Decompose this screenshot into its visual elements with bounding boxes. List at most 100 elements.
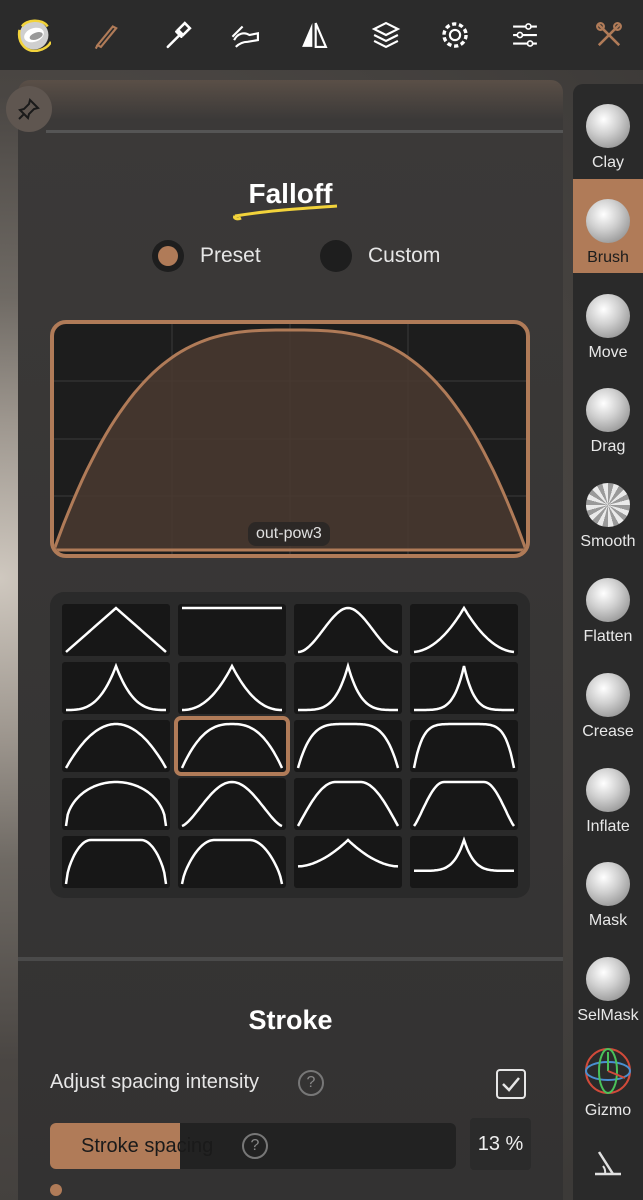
tool-label: Gizmo	[584, 1102, 632, 1119]
tool-gizmo[interactable]: Gizmo	[573, 1032, 643, 1126]
falloff-preset-19[interactable]	[294, 836, 402, 888]
preset-curve	[298, 662, 398, 712]
custom-radio-button[interactable]	[320, 240, 352, 272]
layers-icon[interactable]	[358, 7, 414, 63]
checkmark-icon	[502, 1077, 520, 1092]
tool-label: Flatten	[583, 628, 633, 645]
move-icon	[586, 293, 630, 338]
tool-mask[interactable]: Mask	[573, 842, 643, 936]
tool-label: Mask	[588, 912, 628, 930]
falloff-preset-16[interactable]	[410, 778, 518, 830]
falloff-preset-6[interactable]	[178, 662, 286, 714]
falloff-preset-10[interactable]	[174, 716, 290, 776]
tool-label: Move	[588, 343, 628, 361]
falloff-preset-18[interactable]	[178, 836, 286, 888]
symmetry-icon[interactable]	[286, 7, 342, 63]
falloff-preset-3[interactable]	[294, 604, 402, 656]
custom-label: Custom	[368, 244, 441, 267]
falloff-preset-9[interactable]	[62, 720, 170, 772]
settings-gear-icon[interactable]	[427, 7, 483, 63]
section-divider	[18, 957, 563, 961]
falloff-preset-7[interactable]	[294, 662, 402, 714]
stroke-spacing-slider[interactable]: Stroke spacing ?	[50, 1123, 456, 1169]
brush-sphere-icon[interactable]	[6, 7, 62, 63]
tool-label: Brush	[587, 248, 629, 266]
preset-curve	[296, 780, 400, 827]
falloff-preset-17[interactable]	[62, 836, 170, 888]
tool-move[interactable]: Move	[573, 274, 643, 368]
brush-icon	[586, 198, 630, 243]
gizmo-icon	[585, 1048, 631, 1094]
preset-curve	[412, 780, 516, 827]
tool-label: Clay	[591, 154, 624, 171]
help-icon[interactable]: ?	[242, 1133, 268, 1159]
stroke-title: Stroke	[248, 1005, 333, 1035]
tool-smooth[interactable]: Smooth	[573, 463, 643, 557]
tool-inflate[interactable]: Inflate	[573, 748, 643, 842]
preset-curve	[180, 722, 284, 769]
angle-tool-icon[interactable]	[591, 1144, 625, 1178]
falloff-preset-8[interactable]	[410, 662, 518, 714]
pin-icon[interactable]	[6, 86, 52, 132]
falloff-preset-grid	[50, 592, 530, 898]
preset-curve	[64, 780, 168, 827]
preset-curve	[66, 662, 166, 712]
falloff-preset-12[interactable]	[410, 720, 518, 772]
falloff-preset-2[interactable]	[178, 604, 286, 656]
eyedropper-icon[interactable]	[150, 7, 206, 63]
mask-icon	[586, 862, 630, 907]
crease-icon	[586, 672, 630, 717]
falloff-preset-11[interactable]	[294, 720, 402, 772]
falloff-preset-20[interactable]	[410, 836, 518, 888]
preset-curve	[414, 836, 514, 873]
falloff-curve-graph	[54, 324, 526, 554]
preset-radio-button[interactable]	[152, 240, 184, 272]
panel-divider	[46, 130, 563, 133]
tool-strip: Clay Brush Move Drag Smooth Flatten Crease Infl…	[573, 84, 643, 1200]
tool-flatten[interactable]: Flatten	[573, 558, 643, 652]
preset-curve	[413, 605, 515, 654]
preset-label: Preset	[200, 244, 261, 267]
stroke-spacing-label: Stroke spacing	[81, 1135, 214, 1157]
hand-stroke-icon[interactable]	[218, 7, 274, 63]
preset-curve	[182, 663, 282, 712]
help-icon[interactable]: ?	[298, 1070, 324, 1096]
adjust-spacing-checkbox[interactable]	[496, 1069, 526, 1099]
falloff-curve-editor[interactable]: out-pow3	[50, 320, 530, 558]
stroke-spacing-value[interactable]: 13 %	[470, 1118, 531, 1170]
falloff-preset-15[interactable]	[294, 778, 402, 830]
tool-brush[interactable]: Brush	[573, 178, 643, 273]
preset-curve	[64, 838, 168, 885]
falloff-preset-5[interactable]	[62, 662, 170, 714]
selmask-icon	[586, 957, 630, 1002]
clay-icon	[586, 104, 630, 148]
top-toolbar	[0, 0, 643, 70]
falloff-highlight-underline	[233, 204, 338, 221]
preset-curve	[297, 838, 399, 868]
falloff-preset-14[interactable]	[178, 778, 286, 830]
tool-label: Crease	[582, 722, 634, 740]
custom-radio[interactable]: Custom	[320, 240, 440, 272]
tool-label: Drag	[590, 438, 626, 456]
tool-label: Inflate	[586, 817, 630, 835]
preset-radio[interactable]: Preset	[152, 240, 261, 272]
smooth-icon	[586, 483, 630, 528]
preset-curve	[64, 722, 168, 769]
sliders-menu-icon[interactable]	[497, 7, 553, 63]
falloff-preset-1[interactable]	[62, 604, 170, 656]
scroll-handle[interactable]	[50, 1184, 62, 1196]
tool-drag[interactable]: Drag	[573, 368, 643, 462]
falloff-preset-4[interactable]	[410, 604, 518, 656]
tool-crease[interactable]: Crease	[573, 653, 643, 747]
paint-brush-icon[interactable]	[78, 7, 134, 63]
tools-wrench-icon[interactable]	[581, 7, 637, 63]
falloff-preset-13[interactable]	[62, 778, 170, 830]
preset-curve	[296, 722, 400, 769]
adjust-spacing-label: Adjust spacing intensity	[50, 1071, 260, 1093]
curve-name-label: out-pow3	[248, 522, 330, 546]
drag-icon	[586, 388, 630, 433]
tool-clay[interactable]: Clay	[573, 84, 643, 178]
preset-curve	[412, 722, 516, 769]
tool-selmask[interactable]: SelMask	[573, 937, 643, 1031]
preset-curve	[181, 780, 283, 828]
